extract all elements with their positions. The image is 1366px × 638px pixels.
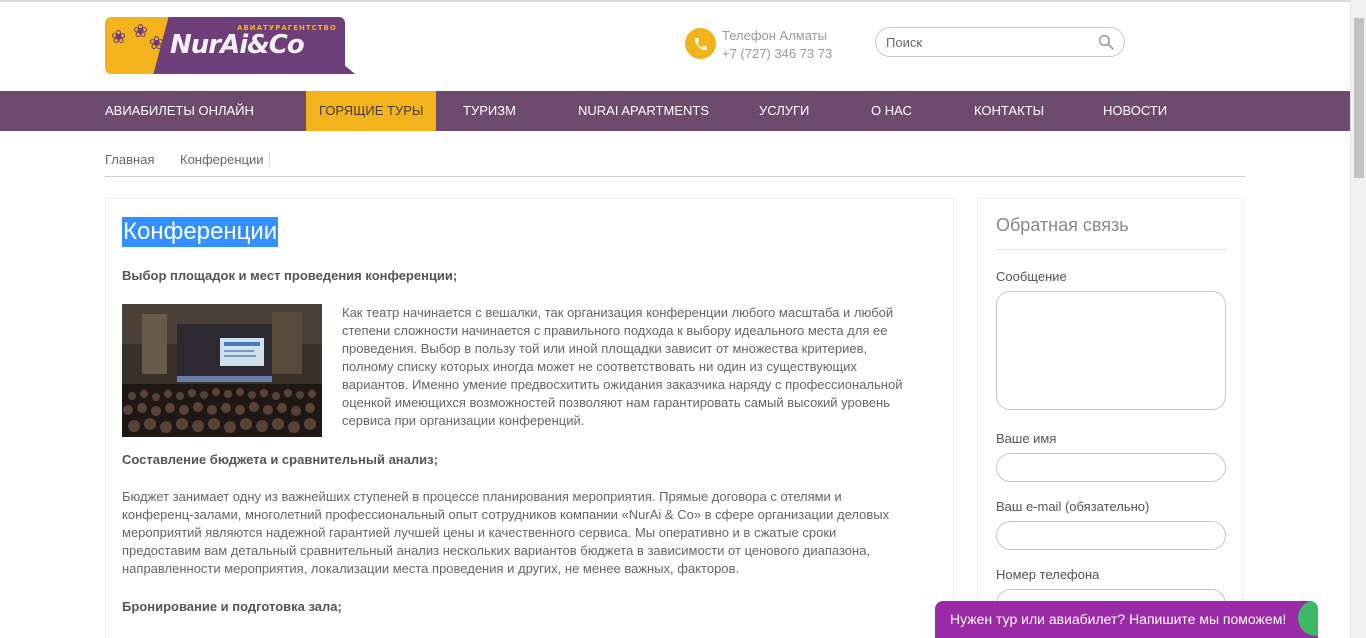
text-line: Бюджет занимает одну из важнейших ступен…: [122, 489, 842, 504]
search-icon[interactable]: [1097, 33, 1115, 51]
text-line: степени сложности начинается с правильно…: [342, 323, 888, 338]
text-line: мероприятий являются надежной гарантией …: [122, 525, 837, 540]
nav-item-news[interactable]: Новости: [1103, 91, 1167, 131]
text-line: предоставим вам детальный сравнительный …: [122, 543, 871, 558]
nav-item-apartments[interactable]: NurAi Apartments: [578, 91, 709, 131]
conference-photo: [122, 304, 322, 437]
nav-item-services[interactable]: Услуги: [759, 91, 809, 131]
text-line: Как театр начинается с вешалки, так орга…: [342, 305, 894, 320]
nav-item-contacts[interactable]: Контакты: [974, 91, 1044, 131]
breadcrumb: Главная Конференции: [105, 152, 1245, 177]
name-field[interactable]: [996, 453, 1226, 482]
divider: [996, 249, 1226, 250]
logo-text: NurAi&Co: [170, 30, 305, 60]
section2-text: Бюджет занимает одну из важнейших ступен…: [122, 488, 952, 578]
main-content: Конференции Выбор площадок и мест провед…: [105, 198, 954, 638]
text-line: проведения. Выбор в пользу той или иной …: [342, 341, 868, 356]
phone-label: Телефон Алматы: [722, 28, 827, 43]
feedback-title: Обратная связь: [996, 215, 1129, 235]
section-heading-venues: Выбор площадок и мест проведения конфере…: [122, 268, 458, 283]
section1-text: Как театр начинается с вешалки, так орга…: [342, 304, 942, 430]
text-line: вариантов. Именно умение предвосхитить о…: [342, 377, 903, 392]
bird-icon: ❀: [133, 21, 149, 41]
breadcrumb-current: Конференции: [180, 152, 264, 167]
nav-item-tourism[interactable]: Туризм: [463, 91, 516, 131]
breadcrumb-separator: [269, 152, 270, 166]
search-box: [875, 27, 1125, 57]
page-title: Конференции: [122, 217, 279, 247]
main-nav: Авиабилеты онлайн Горящие туры Туризм Nu…: [0, 91, 1350, 131]
text-line: оценкой имеющихся возможностей позволяют…: [342, 395, 890, 410]
chat-widget-label: Нужен тур или авиабилет? Напишите мы пом…: [950, 611, 1287, 627]
text-line: полному списку которых иногда может не с…: [342, 359, 857, 374]
breadcrumb-home[interactable]: Главная: [105, 152, 154, 167]
chat-widget-button[interactable]: Нужен тур или авиабилет? Напишите мы пом…: [935, 601, 1318, 638]
nav-item-about[interactable]: О нас: [871, 91, 912, 131]
text-line: направленности мероприятия, локализации …: [122, 561, 740, 576]
section-heading-budget: Составление бюджета и сравнительный анал…: [122, 452, 438, 467]
phone-number[interactable]: +7 (727) 346 73 73: [722, 46, 832, 61]
email-field[interactable]: [996, 521, 1226, 550]
top-border: [0, 0, 1350, 2]
email-label: Ваш e-mail (обязательно): [996, 499, 1150, 514]
site-logo[interactable]: ❀ ❀ ❀ АВИАТУРАГЕНТСТВО NurAi&Co: [105, 17, 355, 75]
message-field[interactable]: [996, 291, 1226, 410]
text-line: сервиса при организации конференций.: [342, 413, 585, 428]
page-scrollbar[interactable]: [1350, 0, 1366, 638]
name-label: Ваше имя: [996, 431, 1057, 446]
phone-icon: [685, 28, 716, 59]
message-label: Сообщение: [996, 269, 1067, 284]
chat-status-icon: [1298, 601, 1318, 636]
phone-field-label: Номер телефона: [996, 567, 1100, 582]
section-heading-booking: Бронирование и подготовка зала;: [122, 599, 342, 614]
search-input[interactable]: [886, 34, 1086, 51]
scrollbar-thumb[interactable]: [1354, 18, 1364, 178]
nav-item-avia[interactable]: Авиабилеты онлайн: [105, 91, 254, 131]
text-line: конференц-залами, многолетний профессион…: [122, 507, 890, 522]
bird-icon: ❀: [111, 27, 127, 47]
feedback-form: Обратная связь Сообщение Ваше имя Ваш e-…: [977, 198, 1244, 638]
logo-tail: [337, 59, 355, 74]
nav-item-hot-tours[interactable]: Горящие туры: [306, 91, 437, 131]
